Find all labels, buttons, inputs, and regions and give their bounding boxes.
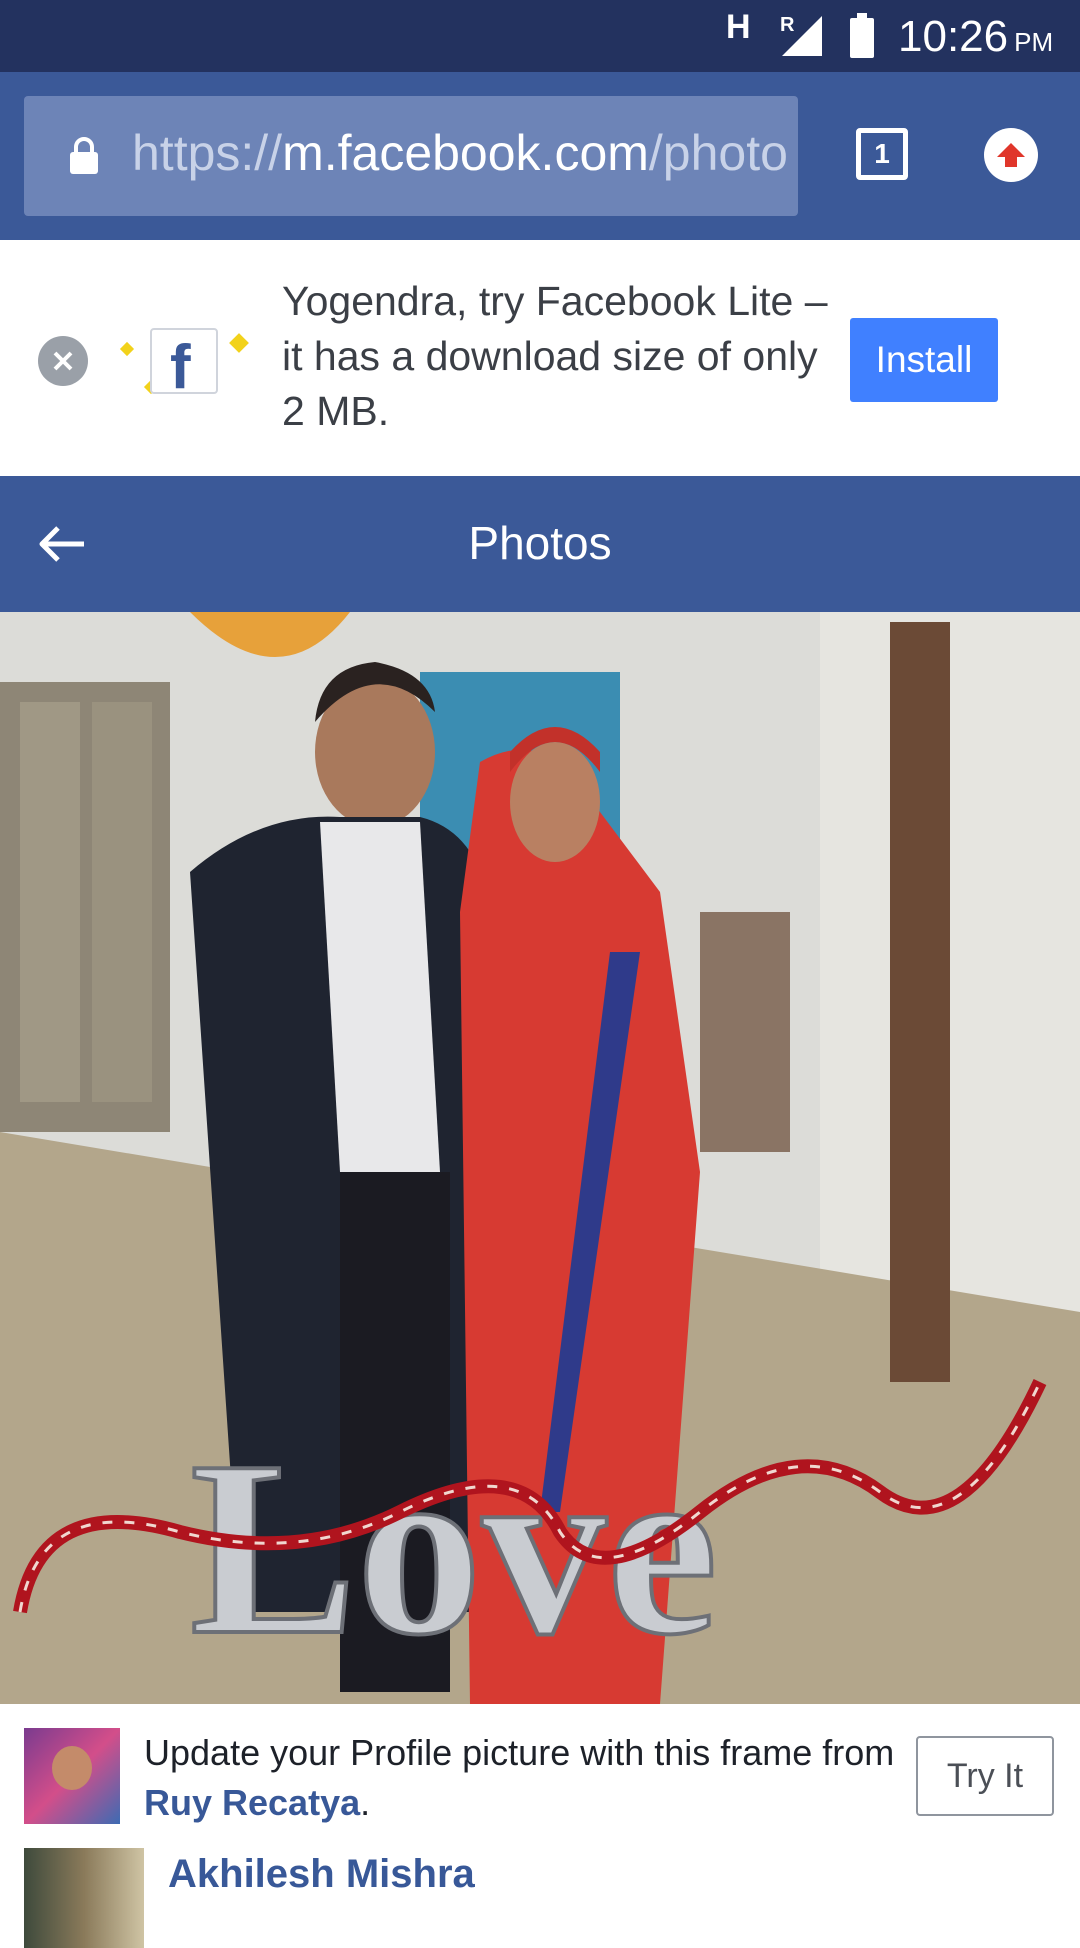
url-path: /photo [648,125,788,181]
poster-name-link[interactable]: Akhilesh Mishra [168,1852,475,1897]
upload-arrow-icon [997,143,1025,167]
frame-thumbnail[interactable] [24,1728,120,1824]
roaming-indicator: R [780,14,795,36]
sparkle-icon [119,341,135,357]
upload-icon[interactable] [984,128,1038,182]
clock-ampm: PM [1014,27,1054,57]
frame-caption-suffix: . [360,1782,371,1823]
frame-caption: Update your Profile picture with this fr… [144,1728,914,1828]
facebook-logo-letter: f [170,333,191,402]
couple-photo-image: Love [0,612,1080,1704]
browser-toolbar: https://m.facebook.com/photo 1 [0,72,1080,240]
close-icon[interactable] [38,336,88,386]
url-text: https://m.facebook.com/photo [132,124,798,182]
photos-header: Photos [0,476,1080,612]
network-type-indicator: H [726,8,751,46]
address-bar[interactable]: https://m.facebook.com/photo [24,96,798,216]
frame-caption-text: Update your Profile picture with this fr… [144,1732,895,1773]
frame-author-link[interactable]: Ruy Recatya [144,1782,360,1823]
url-scheme: https:// [132,125,283,181]
tab-count: 1 [874,138,890,169]
clock: 10:26 PM [898,12,1053,62]
tab-switcher-icon[interactable]: 1 [856,128,908,180]
status-bar: H R 10:26 PM [0,0,1080,72]
url-host: m.facebook.com [282,125,649,181]
install-button[interactable]: Install [850,318,998,402]
sparkle-icon [229,333,249,353]
photo[interactable]: Love [0,612,1080,1704]
battery-icon [850,13,874,58]
try-it-button[interactable]: Try It [916,1736,1054,1816]
facebook-logo: f [150,328,218,402]
lock-icon [70,137,98,174]
lite-banner-message: Yogendra, try Facebook Lite – it has a d… [282,278,828,434]
clock-time: 10:26 [898,12,1009,61]
avatar[interactable] [24,1848,144,1948]
page-title: Photos [468,517,612,569]
facebook-lite-banner: f Yogendra, try Facebook Lite – it has a… [0,240,1080,476]
profile-frame-suggestion: Update your Profile picture with this fr… [0,1704,1080,1844]
next-post-header: Akhilesh Mishra [0,1844,1080,1948]
